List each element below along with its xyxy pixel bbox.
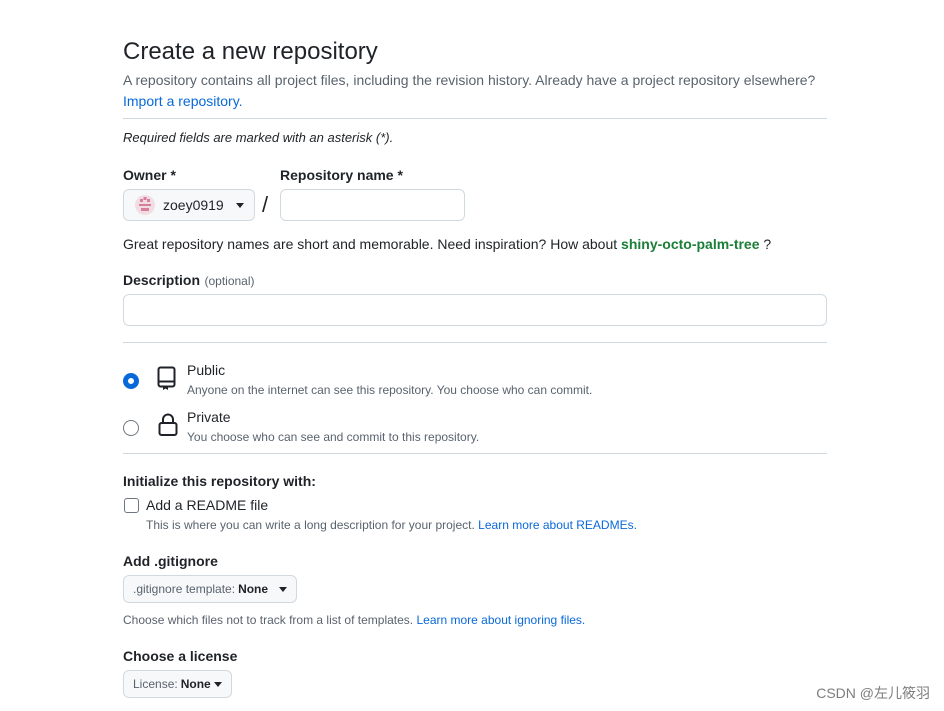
init-heading: Initialize this repository with: (123, 473, 316, 489)
private-label: Private (187, 409, 231, 425)
owner-repo-separator: / (262, 192, 269, 217)
gitignore-template-dropdown[interactable]: .gitignore template: None (123, 575, 297, 603)
import-repository-link[interactable]: Import a repository. (123, 93, 243, 109)
description-label: Description (123, 272, 201, 288)
repo-icon (157, 366, 177, 395)
chevron-down-icon (236, 202, 244, 208)
name-inspiration: Great repository names are short and mem… (123, 236, 771, 252)
divider-top (123, 118, 827, 119)
chevron-down-icon (279, 586, 287, 592)
public-label: Public (187, 362, 226, 378)
lock-icon (158, 413, 178, 442)
chevron-down-icon (214, 681, 222, 687)
intro-text: A repository contains all project files,… (123, 70, 827, 112)
visibility-private-option[interactable]: Private You choose who can see and commi… (123, 409, 827, 452)
new-repo-form: Create a new repository A repository con… (123, 36, 827, 698)
owner-name: zoey0919 (163, 197, 224, 213)
description-optional: (optional) (204, 274, 255, 288)
suggested-name-link[interactable]: shiny-octo-palm-tree (621, 236, 759, 252)
public-description: Anyone on the internet can see this repo… (187, 383, 593, 397)
gitignore-button-prefix: .gitignore template: (133, 582, 236, 596)
gitignore-heading: Add .gitignore (123, 553, 218, 569)
gitignore-button-value: None (238, 582, 269, 596)
license-button-prefix: License: (133, 677, 178, 691)
required-fields-note: Required fields are marked with an aster… (123, 130, 394, 145)
readme-description: This is where you can write a long descr… (146, 518, 475, 532)
divider-visibility (123, 342, 827, 343)
description-label-row: Description (optional) (123, 272, 255, 290)
learn-ignoring-files-link[interactable]: Learn more about ignoring files. (416, 613, 585, 627)
gitignore-description: Choose which files not to track from a l… (123, 613, 414, 627)
inspiration-suffix: ? (763, 236, 772, 252)
repository-name-input[interactable] (280, 189, 465, 221)
intro-description: A repository contains all project files,… (123, 72, 816, 88)
owner-label: Owner * (123, 167, 176, 183)
readme-help: This is where you can write a long descr… (146, 518, 637, 532)
owner-dropdown[interactable]: zoey0919 (123, 189, 255, 221)
license-heading: Choose a license (123, 648, 238, 664)
public-radio[interactable] (123, 373, 139, 389)
readme-checkbox[interactable] (124, 498, 139, 513)
private-description: You choose who can see and commit to thi… (187, 430, 480, 444)
description-input[interactable] (123, 294, 827, 326)
owner-avatar (135, 195, 155, 215)
watermark: CSDN @左儿筱羽 (816, 685, 930, 701)
repo-name-label: Repository name * (280, 167, 403, 183)
inspiration-text: Great repository names are short and mem… (123, 236, 618, 252)
gitignore-help: Choose which files not to track from a l… (123, 613, 585, 627)
page-title: Create a new repository (123, 38, 378, 65)
private-radio[interactable] (123, 420, 139, 436)
license-button-value: None (180, 677, 211, 691)
learn-readmes-link[interactable]: Learn more about READMEs. (478, 518, 637, 532)
license-dropdown[interactable]: License: None (123, 670, 232, 698)
visibility-public-option[interactable]: Public Anyone on the internet can see th… (123, 362, 827, 405)
readme-label[interactable]: Add a README file (146, 497, 268, 513)
divider-init (123, 453, 827, 454)
